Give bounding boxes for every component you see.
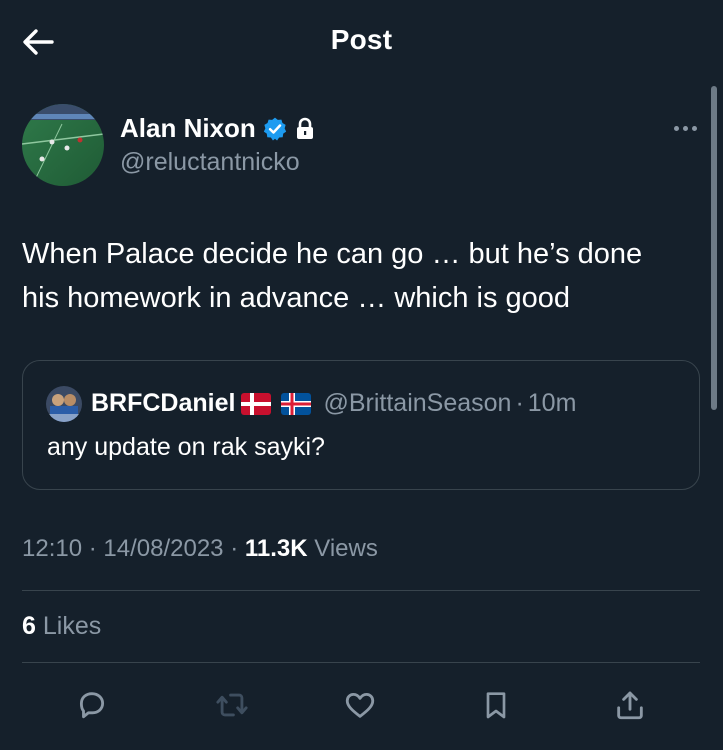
share-button[interactable] <box>610 685 650 725</box>
quoted-tweet[interactable]: BRFCDaniel @BrittainSeason · 10m any upd… <box>22 360 700 490</box>
like-icon <box>345 692 375 718</box>
denmark-flag-icon <box>241 392 272 415</box>
reply-button[interactable] <box>72 685 112 725</box>
retweet-icon <box>216 693 248 717</box>
page-title: Post <box>330 24 393 55</box>
meta-separator: · <box>230 535 239 562</box>
views-label: Views <box>314 535 378 562</box>
tweet-time: 12:10 <box>22 535 83 562</box>
more-options-button[interactable] <box>668 116 702 140</box>
tweet-meta: 12:10 · 14/08/2023 · 11.3K Views <box>22 535 378 563</box>
likes-count: 6 <box>22 612 36 640</box>
author-avatar[interactable] <box>22 104 104 186</box>
author-handle[interactable]: @reluctantnicko <box>120 148 300 177</box>
tweet-date: 14/08/2023 <box>103 535 224 562</box>
share-icon <box>617 691 643 720</box>
lock-icon <box>296 117 313 139</box>
quote-author-handle: @BrittainSeason <box>323 389 512 417</box>
author-name: Alan Nixon <box>120 113 256 143</box>
views-count: 11.3K <box>244 535 308 562</box>
quote-separator: · <box>515 389 524 417</box>
quote-author-name: BRFCDaniel <box>91 389 236 417</box>
like-button[interactable] <box>340 685 380 725</box>
tweet-text: When Palace decide he can go … but he’s … <box>22 232 702 320</box>
iceland-flag-icon <box>281 392 312 415</box>
likes-label: Likes <box>42 612 102 640</box>
bookmark-button[interactable] <box>476 685 516 725</box>
divider <box>22 590 700 591</box>
author-name-row[interactable]: Alan Nixon <box>120 113 316 144</box>
bookmark-icon <box>486 692 506 719</box>
reply-icon <box>79 692 105 719</box>
quote-header: BRFCDaniel @BrittainSeason · 10m <box>91 389 576 418</box>
retweet-button[interactable] <box>212 685 252 725</box>
quote-avatar <box>46 386 82 422</box>
tweet-text-line: When Palace decide he can go … but he’s … <box>22 238 643 270</box>
more-icon <box>673 125 679 131</box>
quote-text: any update on rak sayki? <box>47 433 325 461</box>
top-bar: Post <box>0 0 723 84</box>
meta-separator: · <box>88 535 97 562</box>
likes-link[interactable]: 6 Likes <box>22 612 101 641</box>
divider <box>22 662 700 663</box>
tweet-text-line: his homework in advance … which is good <box>22 282 571 314</box>
scrollbar[interactable] <box>711 86 717 410</box>
quote-timestamp: 10m <box>527 389 577 417</box>
verified-badge-icon <box>263 117 286 140</box>
